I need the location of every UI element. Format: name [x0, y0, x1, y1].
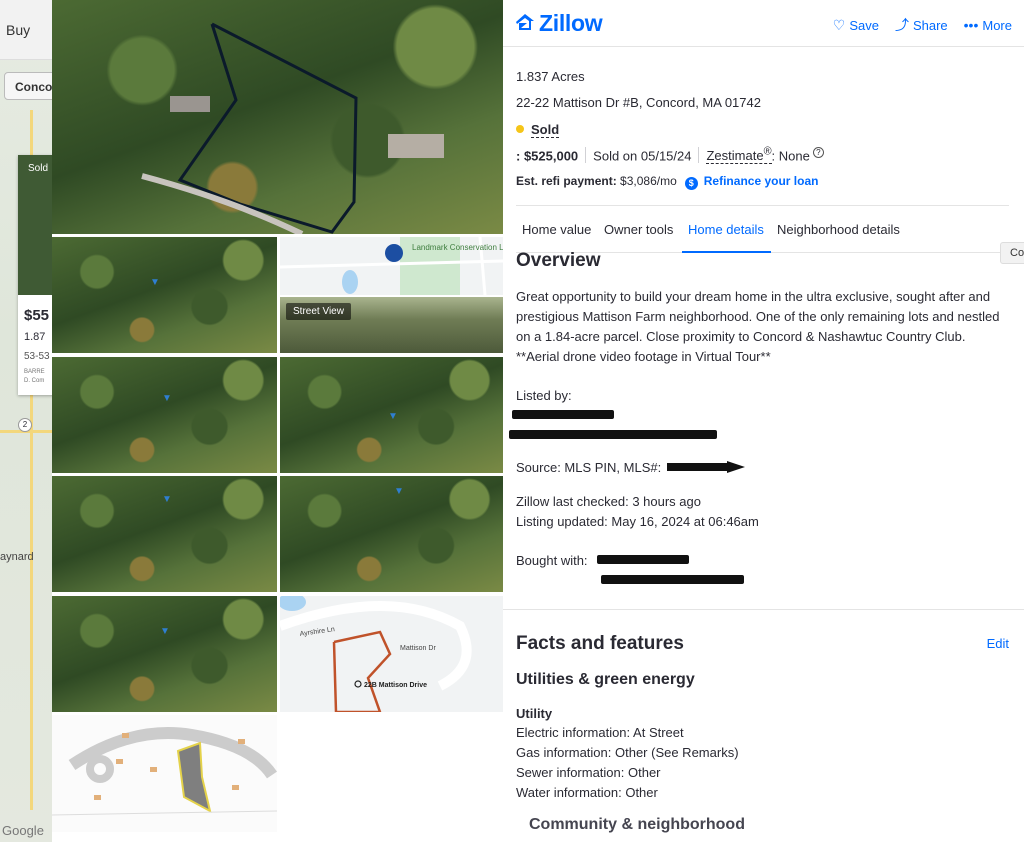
listed-by-label: Listed by:	[516, 388, 572, 403]
map-town-label: aynard	[0, 551, 34, 563]
status-text: Sold	[531, 122, 560, 138]
listing-card-photo	[18, 155, 52, 295]
arrow-down-icon: ▼	[160, 626, 170, 637]
buy-tab[interactable]: Buy	[6, 22, 30, 38]
arrow-down-icon: ▼	[150, 277, 160, 288]
fact-item: Electric information: At Street	[516, 725, 684, 740]
sold-price: : $525,000	[516, 148, 579, 164]
refinance-link[interactable]: Refinance your loan	[704, 174, 819, 188]
refi-value: $3,086/mo	[620, 174, 677, 188]
redaction-mark	[509, 430, 717, 439]
sold-date: Sold on 05/15/24	[593, 148, 692, 164]
photo-thumbnail[interactable]: ▼	[52, 237, 277, 353]
arrow-down-icon: ▼	[388, 411, 398, 422]
overview-description: Great opportunity to build your dream ho…	[516, 289, 1000, 364]
community-heading[interactable]: Community & neighborhood	[529, 816, 745, 834]
listing-card-acres: 1.87	[24, 331, 46, 343]
status-badge: Sold	[516, 122, 560, 138]
tab-home-details[interactable]: Home details	[688, 222, 764, 237]
tab-neighborhood-details[interactable]: Neighborhood details	[777, 222, 900, 237]
zestimate-value: : None	[771, 148, 810, 164]
arrow-down-icon: ▼	[162, 494, 172, 505]
facts-heading: Facts and features	[516, 633, 684, 654]
share-label: Share	[912, 17, 948, 33]
route-marker: 2	[18, 418, 32, 432]
location-map-thumbnail[interactable]: Landmark Conservation Land	[280, 237, 503, 295]
share-icon: ⤴	[894, 17, 909, 33]
photo-gallery: ▼ Landmark Conservation Land Street View…	[52, 0, 503, 842]
hero-photo[interactable]	[52, 0, 503, 234]
redaction-mark	[597, 555, 689, 564]
photo-thumbnail[interactable]: ▼	[52, 596, 277, 712]
home-details-panel: Zillow ♡ Save ⤴ Share ••• More 1.837 Acr…	[503, 0, 1024, 842]
overview-heading: Overview	[516, 250, 601, 271]
listing-card[interactable]: Sold $55 1.87 53-53 BARRE D. Com	[18, 155, 52, 395]
edit-link[interactable]: Edit	[987, 636, 1009, 651]
zillow-logo-icon	[515, 10, 535, 37]
street-view-label: Street View	[286, 303, 351, 320]
redaction-mark	[667, 461, 745, 473]
tab-owner-tools[interactable]: Owner tools	[604, 222, 673, 237]
listing-card-status: Sold	[28, 163, 49, 174]
fact-item: Water information: Other	[516, 785, 658, 800]
google-watermark: Google	[2, 823, 44, 838]
panel-header: Zillow ♡ Save ⤴ Share ••• More	[503, 0, 1024, 47]
dollar-icon: $	[684, 177, 698, 190]
listing-card-price: $55	[24, 307, 50, 324]
compare-button[interactable]: Co	[1000, 242, 1024, 264]
refi-row: Est. refi payment: $3,086/mo $ Refinance y…	[516, 174, 818, 190]
plat-map-thumbnail[interactable]	[52, 715, 277, 832]
share-button[interactable]: ⤴ Share	[895, 15, 948, 35]
utilities-heading: Utilities & green energy	[516, 671, 695, 688]
more-label: More	[982, 17, 1012, 33]
listing-updated: Listing updated: May 16, 2024 at 06:46am	[516, 514, 759, 529]
fact-item: Sewer information: Other	[516, 765, 661, 780]
zillow-logo[interactable]: Zillow	[515, 10, 603, 37]
photo-thumbnail[interactable]: ▼	[280, 357, 503, 473]
property-address: 22-22 Mattison Dr #B, Concord, MA 01742	[516, 95, 761, 110]
save-button[interactable]: ♡ Save	[833, 15, 879, 35]
map-address-label: 22B Mattison Drive	[364, 682, 427, 689]
redaction-mark	[601, 575, 744, 584]
fact-item: Gas information: Other (See Remarks)	[516, 745, 739, 760]
photo-thumbnail[interactable]: ▼	[52, 476, 277, 592]
background-map: Buy Concord 2 Sold $55 1.87 53-53 BARRE …	[0, 0, 52, 842]
redaction-mark	[512, 410, 614, 419]
more-button[interactable]: ••• More	[964, 15, 1012, 35]
listing-card-broker: BARRE	[24, 369, 45, 375]
map-header: Buy	[0, 0, 52, 60]
refi-label: Est. refi payment:	[516, 174, 617, 188]
listing-card-broker: D. Com	[24, 378, 45, 384]
more-icon: •••	[963, 17, 979, 33]
utility-subheading: Utility	[516, 706, 553, 721]
arrow-down-icon: ▼	[394, 486, 404, 497]
source-line: Source: MLS PIN, MLS#:	[516, 460, 662, 475]
tab-home-value[interactable]: Home value	[522, 222, 591, 237]
details-tabs: Home value Owner tools Home details Neig…	[516, 205, 1009, 253]
lot-size: 1.837 Acres	[516, 69, 585, 84]
status-dot-icon	[516, 125, 524, 133]
price-row: : $525,000 Sold on 05/15/24 Zestimate®: No…	[516, 146, 824, 165]
active-tab-indicator	[682, 251, 771, 253]
header-actions: ♡ Save ⤴ Share ••• More	[833, 15, 1012, 35]
zestimate-link[interactable]: Zestimate®	[706, 146, 772, 165]
street-view-thumbnail[interactable]: Street View	[280, 297, 503, 353]
map-road-label: Mattison Dr	[400, 645, 436, 652]
location-filter-chip[interactable]: Concord	[4, 72, 52, 100]
lot-boundary-overlay	[141, 22, 444, 234]
last-checked: Zillow last checked: 3 hours ago	[516, 494, 701, 509]
listing-card-address: 53-53	[24, 351, 50, 362]
bought-with-label: Bought with:	[516, 553, 588, 568]
parcel-map-thumbnail[interactable]: Ayrshire Ln Mattison Dr 22B Mattison Dri…	[280, 596, 503, 712]
map-place-label: Landmark Conservation Land	[412, 243, 503, 252]
help-icon[interactable]: ?	[812, 147, 824, 159]
heart-icon: ♡	[832, 16, 846, 33]
photo-thumbnail[interactable]: ▼	[280, 476, 503, 592]
photo-thumbnail[interactable]: ▼	[52, 357, 277, 473]
zillow-logo-text: Zillow	[539, 10, 603, 36]
map-road-label: Ayrshire Ln	[299, 626, 335, 638]
save-label: Save	[849, 17, 879, 33]
arrow-down-icon: ▼	[162, 393, 172, 404]
